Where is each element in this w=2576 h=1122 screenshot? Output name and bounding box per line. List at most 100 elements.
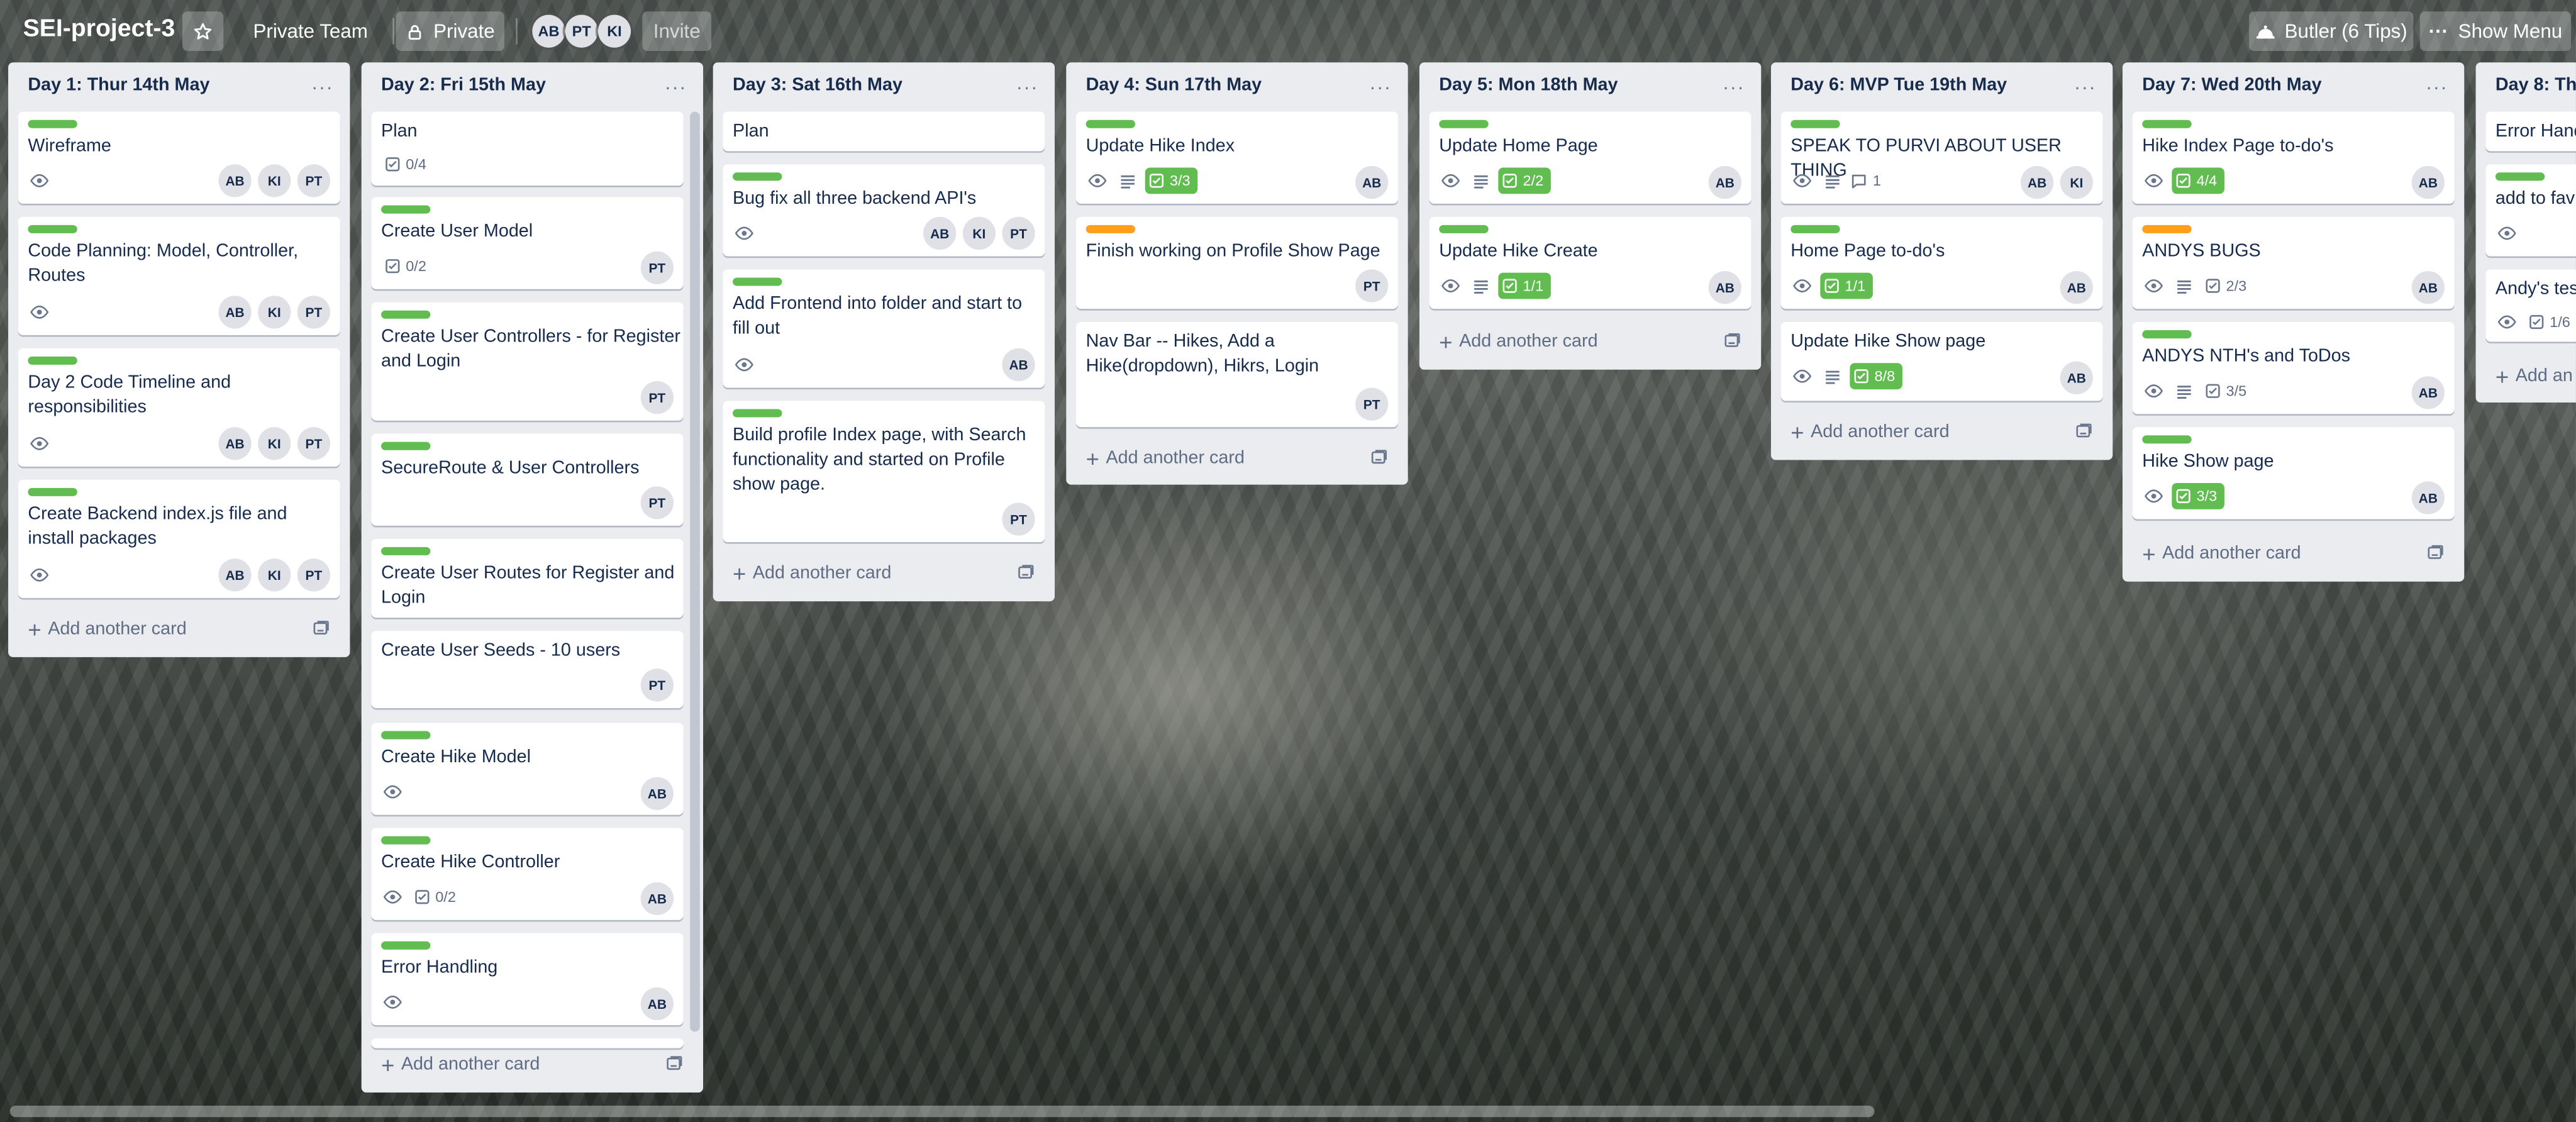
card[interactable]: Hike Show page 3/3 AB [2132, 427, 2455, 519]
card-member-avatar[interactable]: PT [1002, 503, 1035, 536]
card[interactable]: ANDYS BUGS 2/3 AB [2132, 216, 2455, 309]
card-member-avatar[interactable]: AB [640, 777, 674, 810]
label-green[interactable] [28, 487, 77, 496]
label-green[interactable] [381, 836, 431, 845]
card-member-avatar[interactable]: PT [640, 486, 674, 519]
card[interactable]: Update Hike Show page 8/8 AB [1780, 321, 2103, 401]
card-member-avatar[interactable]: AB [1355, 165, 1389, 199]
card-template-icon[interactable] [1723, 332, 1741, 355]
label-green[interactable] [381, 205, 431, 214]
card-template-icon[interactable] [1370, 448, 1389, 472]
card-member-avatar[interactable]: PT [297, 558, 331, 592]
card-member-avatar[interactable]: PT [640, 381, 674, 414]
card-member-avatar[interactable]: PT [1355, 269, 1389, 303]
card-member-avatar[interactable]: PT [640, 251, 674, 284]
label-green[interactable] [2495, 172, 2545, 181]
list-menu-button[interactable]: ··· [665, 75, 687, 99]
card-member-avatar[interactable]: AB [218, 427, 252, 460]
list-menu-button[interactable]: ··· [1723, 75, 1745, 99]
list-title[interactable]: Day 1: Thur 14th May [28, 75, 209, 95]
member-avatar[interactable]: AB [532, 14, 565, 48]
list-scrollbar[interactable] [690, 111, 700, 1032]
card-template-icon[interactable] [665, 1055, 684, 1078]
card-member-avatar[interactable]: AB [2060, 361, 2093, 394]
card[interactable]: Wireframe AB KI PT [18, 111, 340, 204]
card-member-avatar[interactable]: KI [962, 216, 996, 250]
card[interactable]: Plan 0/4 [371, 111, 684, 186]
card-member-avatar[interactable]: KI [258, 164, 291, 197]
add-card-button[interactable]: + Add another card [18, 611, 340, 647]
list-title[interactable]: Day 2: Fri 15th May [381, 75, 546, 95]
card[interactable]: ANDYS NTH's and ToDos 3/5 AB [2132, 321, 2455, 414]
card[interactable]: Nav Bar -- Hikes, Add a Hike(dropdown), … [1075, 321, 1398, 428]
card[interactable]: Create Hike Controller 0/2 AB [371, 828, 684, 920]
list-title[interactable]: Day 5: Mon 18th May [1439, 75, 1618, 95]
list-menu-button[interactable]: ··· [1369, 75, 1391, 99]
label-green[interactable] [733, 172, 782, 181]
card-member-avatar[interactable]: AB [2411, 165, 2445, 199]
list-title[interactable]: Day 6: MVP Tue 19th May [1790, 75, 2007, 95]
card-member-avatar[interactable]: KI [258, 427, 291, 460]
card-member-avatar[interactable]: KI [258, 558, 291, 592]
member-avatar[interactable]: KI [597, 14, 631, 48]
list-menu-button[interactable]: ··· [1016, 75, 1038, 99]
card[interactable]: Create Hike Model AB [371, 723, 684, 815]
card[interactable]: Create Backend index.js file and install… [18, 479, 340, 598]
member-avatar[interactable]: PT [565, 14, 598, 48]
list-title[interactable]: Day 8: Thu [2496, 75, 2576, 95]
card-member-avatar[interactable]: AB [2411, 271, 2445, 304]
card-member-avatar[interactable]: AB [218, 164, 252, 197]
card[interactable]: Finish working on Profile Show Page PT [1075, 216, 1398, 309]
add-card-button[interactable]: + Add an [2485, 358, 2576, 394]
card-member-avatar[interactable]: KI [2060, 165, 2093, 199]
list-menu-button[interactable]: ··· [2426, 75, 2448, 99]
card[interactable]: Plan [723, 111, 1045, 152]
card[interactable]: SecureRoute & User Controllers PT [371, 433, 684, 526]
label-green[interactable] [1790, 119, 1840, 128]
label-green[interactable] [1790, 225, 1840, 233]
card-member-avatar[interactable]: PT [1355, 387, 1389, 421]
star-button[interactable] [182, 11, 224, 51]
visibility-button[interactable]: Private [396, 11, 504, 51]
label-green[interactable] [2142, 119, 2192, 128]
card-member-avatar[interactable]: AB [2411, 376, 2445, 409]
list-title[interactable]: Day 7: Wed 20th May [2142, 75, 2321, 95]
card-member-avatar[interactable]: PT [297, 427, 331, 460]
label-green[interactable] [2142, 330, 2192, 339]
add-card-button[interactable]: + Add another card [1076, 440, 1398, 476]
label-green[interactable] [381, 310, 431, 319]
label-green[interactable] [28, 356, 77, 365]
card-member-avatar[interactable]: AB [1002, 348, 1035, 382]
label-green[interactable] [733, 277, 782, 286]
label-green[interactable] [1439, 225, 1489, 233]
butler-button[interactable]: Butler (6 Tips) [2249, 11, 2414, 51]
card-template-icon[interactable] [2426, 544, 2445, 567]
card-member-avatar[interactable]: AB [2021, 165, 2054, 199]
card-member-avatar[interactable]: PT [1002, 216, 1035, 250]
card-member-avatar[interactable]: PT [640, 669, 674, 702]
card[interactable]: SPEAK TO PURVI ABOUT USER THING 1 AB KI [1780, 111, 2103, 204]
team-button[interactable]: Private Team [240, 11, 381, 51]
label-green[interactable] [1439, 119, 1489, 128]
card[interactable]: Day 2 Code Timeline and responsibilities… [18, 348, 340, 467]
card[interactable]: Bug fix all three backend API's AB KI PT [723, 164, 1045, 257]
card[interactable]: Update Hike Index 3/3 AB [1075, 111, 1398, 204]
card-template-icon[interactable] [1017, 564, 1035, 587]
card-member-avatar[interactable]: AB [1708, 271, 1741, 304]
card[interactable]: Build profile Index page, with Search fu… [723, 401, 1045, 543]
label-orange[interactable] [2142, 225, 2192, 233]
label-green[interactable] [28, 119, 77, 128]
card[interactable]: Update Home Page 2/2 AB [1429, 111, 1752, 204]
list-menu-button[interactable]: ··· [311, 75, 333, 99]
list-title[interactable]: Day 4: Sun 17th May [1086, 75, 1262, 95]
card-template-icon[interactable] [2075, 422, 2093, 445]
scrollbar-thumb[interactable] [9, 1106, 1875, 1118]
card[interactable]: Create User Controllers - for Register a… [371, 302, 684, 421]
card-member-avatar[interactable]: PT [297, 164, 331, 197]
add-card-button[interactable]: + Add another card [723, 555, 1045, 591]
add-card-button[interactable]: + Add another card [2133, 536, 2455, 572]
card[interactable]: Home Page to-do's 1/1 AB [1780, 216, 2103, 309]
label-green[interactable] [381, 442, 431, 450]
card-member-avatar[interactable]: AB [1708, 165, 1741, 199]
card-member-avatar[interactable]: KI [258, 296, 291, 329]
